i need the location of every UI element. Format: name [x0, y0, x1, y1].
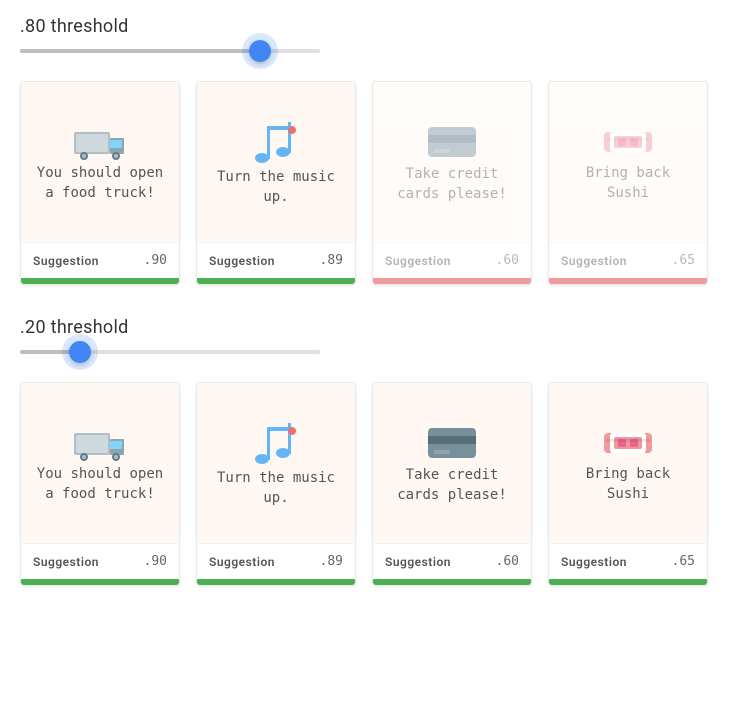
- card-label: Suggestion: [33, 254, 99, 268]
- card-image-area: Take credit cards please!: [373, 82, 531, 242]
- card-label: Suggestion: [385, 254, 451, 268]
- card-image-area: Take credit cards please!: [373, 383, 531, 543]
- card-label: Suggestion: [561, 555, 627, 569]
- card-image-area: Bring back Sushi: [549, 82, 707, 242]
- section-title-1: .20 threshold: [20, 317, 709, 338]
- card-text: Turn the music up.: [209, 469, 343, 508]
- card-score: .65: [672, 253, 695, 268]
- card-image-area: Turn the music up.: [197, 383, 355, 543]
- card-sushi-1: Bring back Sushi Suggestion .65: [548, 81, 708, 285]
- card-image-area: Bring back Sushi: [549, 383, 707, 543]
- card-icon: [426, 424, 478, 466]
- card-image-area: You should open a food truck!: [21, 383, 179, 543]
- card-score: .90: [144, 554, 167, 569]
- music-icon: [250, 120, 302, 168]
- cards-row-0: You should open a food truck! Suggestion…: [20, 81, 709, 285]
- music-icon: [250, 421, 302, 469]
- truck-icon: [72, 425, 128, 465]
- sushi-icon: [602, 124, 654, 164]
- section-20: .20 threshold You shou: [20, 317, 709, 586]
- card-bar: [549, 278, 707, 284]
- card-text: Take credit cards please!: [385, 466, 519, 505]
- card-bar: [197, 579, 355, 585]
- card-text: You should open a food truck!: [33, 465, 167, 504]
- card-text: Bring back Sushi: [561, 164, 695, 203]
- card-music-1: Turn the music up. Suggestion .89: [196, 81, 356, 285]
- card-bar: [373, 278, 531, 284]
- card-food-truck-2: You should open a food truck! Suggestion…: [20, 382, 180, 586]
- truck-icon: [72, 124, 128, 164]
- card-text: Take credit cards please!: [385, 165, 519, 204]
- card-music-2: Turn the music up. Suggestion .89: [196, 382, 356, 586]
- card-score: .90: [144, 253, 167, 268]
- card-footer: Suggestion .60: [373, 543, 531, 579]
- card-bar: [21, 278, 179, 284]
- sushi-icon: [602, 425, 654, 465]
- card-label: Suggestion: [385, 555, 451, 569]
- card-text: You should open a food truck!: [33, 164, 167, 203]
- card-bar: [549, 579, 707, 585]
- card-footer: Suggestion .60: [373, 242, 531, 278]
- 20-threshold-slider-container: [20, 346, 709, 358]
- card-score: .60: [496, 554, 519, 569]
- card-bar: [197, 278, 355, 284]
- card-sushi-2: Bring back Sushi Suggestion .65: [548, 382, 708, 586]
- card-credit-1: Take credit cards please! Suggestion .60: [372, 81, 532, 285]
- card-text: Bring back Sushi: [561, 465, 695, 504]
- card-label: Suggestion: [33, 555, 99, 569]
- section-80: .80 threshold You shou: [20, 16, 709, 285]
- card-footer: Suggestion .89: [197, 242, 355, 278]
- card-footer: Suggestion .65: [549, 242, 707, 278]
- card-credit-2: Take credit cards please! Suggestion .60: [372, 382, 532, 586]
- slider-track: [20, 350, 320, 354]
- card-bar: [21, 579, 179, 585]
- card-image-area: Turn the music up.: [197, 82, 355, 242]
- card-label: Suggestion: [209, 254, 275, 268]
- card-score: .89: [320, 253, 343, 268]
- card-bar: [373, 579, 531, 585]
- card-score: .89: [320, 554, 343, 569]
- card-icon: [426, 123, 478, 165]
- card-score: .60: [496, 253, 519, 268]
- card-label: Suggestion: [561, 254, 627, 268]
- card-text: Turn the music up.: [209, 168, 343, 207]
- card-score: .65: [672, 554, 695, 569]
- card-footer: Suggestion .90: [21, 242, 179, 278]
- card-footer: Suggestion .90: [21, 543, 179, 579]
- section-title-0: .80 threshold: [20, 16, 709, 37]
- card-footer: Suggestion .89: [197, 543, 355, 579]
- cards-row-1: You should open a food truck! Suggestion…: [20, 382, 709, 586]
- card-image-area: You should open a food truck!: [21, 82, 179, 242]
- card-footer: Suggestion .65: [549, 543, 707, 579]
- card-label: Suggestion: [209, 555, 275, 569]
- card-food-truck-1: You should open a food truck! Suggestion…: [20, 81, 180, 285]
- 80-threshold-slider-container: [20, 45, 709, 57]
- slider-track: [20, 49, 320, 53]
